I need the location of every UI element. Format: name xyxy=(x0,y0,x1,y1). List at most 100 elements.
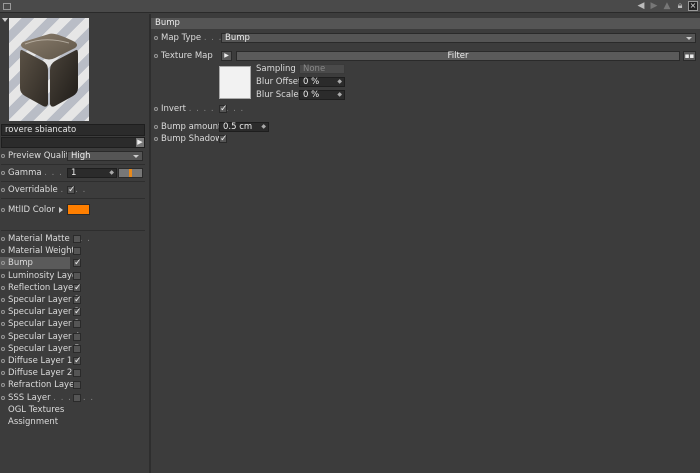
gamma-input[interactable]: 1 ◆ xyxy=(67,168,117,178)
animate-dot-icon[interactable] xyxy=(1,154,5,158)
texture-menu-button[interactable]: ▶ xyxy=(221,51,232,61)
animate-dot-icon[interactable] xyxy=(1,298,5,302)
animate-dot-icon[interactable] xyxy=(154,54,158,58)
texture-map-row: Texture Map ▶ Filter ▪▪ xyxy=(151,50,700,62)
titlebar-icons: ◀ ▶ ▲ 🔒︎ × xyxy=(636,1,698,11)
channel-label: Bump xyxy=(8,258,33,269)
channel-checkbox[interactable] xyxy=(73,355,82,367)
mtlid-color-label: MtlID Color xyxy=(8,205,55,215)
animate-dot-icon[interactable] xyxy=(1,285,5,290)
divider xyxy=(1,230,145,231)
texture-map-label: Texture Map xyxy=(161,51,213,61)
channel-checkbox[interactable] xyxy=(73,320,81,329)
animate-dot-icon[interactable] xyxy=(1,249,5,254)
channel-label: Diffuse Layer 2 xyxy=(8,368,73,379)
material-preview[interactable] xyxy=(9,18,89,121)
mtlid-color-row: MtlID Color xyxy=(0,203,149,216)
filter-button[interactable]: Filter xyxy=(236,51,680,61)
channel-row: Bump xyxy=(0,257,149,269)
section-title-bump: Bump xyxy=(151,18,700,29)
channel-checkbox[interactable] xyxy=(73,381,81,390)
animate-dot-icon[interactable] xyxy=(1,273,5,278)
bump-panel: Bump Map Type . . . . . Bump Texture Map… xyxy=(151,14,700,473)
channel-label: Material Weight xyxy=(8,246,75,257)
animate-dot-icon[interactable] xyxy=(1,310,5,315)
channel-checkbox[interactable] xyxy=(73,294,82,306)
overridable-checkbox[interactable] xyxy=(67,184,76,196)
mtlid-color-swatch[interactable] xyxy=(67,204,90,215)
animate-dot-icon[interactable] xyxy=(154,125,158,129)
material-name-field[interactable]: rovere sbiancato xyxy=(1,124,145,136)
animate-dot-icon[interactable] xyxy=(154,137,158,141)
sampling-row: Sampling None xyxy=(151,63,700,75)
channel-row: Diffuse Layer 1 xyxy=(0,355,149,367)
divider xyxy=(1,164,145,165)
lock-icon[interactable]: 🔒︎ xyxy=(675,1,685,11)
channel-checkbox[interactable] xyxy=(73,282,82,294)
assignment-label: Assignment xyxy=(8,417,59,427)
gamma-slider-thumb[interactable] xyxy=(129,169,132,177)
channel-checkbox[interactable] xyxy=(73,332,81,341)
window-grip-icon[interactable] xyxy=(3,3,11,10)
blur-offset-label: Blur Offset xyxy=(256,77,302,87)
back-arrow-icon[interactable]: ◀ xyxy=(636,1,646,11)
sampling-select[interactable]: None xyxy=(299,64,345,74)
invert-label: Invert . . . . . . . . xyxy=(161,104,245,114)
channel-checkbox[interactable] xyxy=(73,235,81,243)
preview-quality-select[interactable]: High xyxy=(67,151,143,161)
bump-shadows-checkbox[interactable] xyxy=(219,133,228,145)
animate-dot-icon[interactable] xyxy=(1,395,5,400)
map-type-select[interactable]: Bump xyxy=(221,33,696,43)
channel-checkbox[interactable] xyxy=(73,393,81,402)
blur-scale-input[interactable]: 0 % ◆ xyxy=(299,90,345,100)
preview-quality-row: Preview Quality High xyxy=(0,150,149,162)
animate-dot-icon[interactable] xyxy=(1,359,5,363)
texture-options-button[interactable]: ▪▪ xyxy=(683,51,696,61)
channel-checkbox[interactable] xyxy=(73,247,81,256)
animate-dot-icon[interactable] xyxy=(1,188,5,192)
animate-dot-icon[interactable] xyxy=(1,171,5,175)
channel-checkbox[interactable] xyxy=(73,344,81,353)
animate-dot-icon[interactable] xyxy=(1,261,5,266)
animate-dot-icon[interactable] xyxy=(1,237,5,241)
gamma-slider[interactable] xyxy=(118,168,143,178)
channel-label: SSS Layer . . . . . . xyxy=(8,392,95,403)
channel-checkbox[interactable] xyxy=(73,271,81,280)
animate-dot-icon[interactable] xyxy=(1,208,5,212)
blur-offset-row: Blur Offset 0 % ◆ xyxy=(151,76,700,88)
channel-row: Material Weight xyxy=(0,245,149,257)
channel-checkbox[interactable] xyxy=(73,369,81,378)
bump-amount-input[interactable]: 0.5 cm ◆ xyxy=(219,122,269,132)
collapse-arrow-icon[interactable] xyxy=(2,18,8,22)
bump-shadows-label: Bump Shadows xyxy=(161,134,227,144)
channel-checkbox[interactable] xyxy=(73,257,82,269)
channel-row: Specular Layer 5 xyxy=(0,343,149,355)
animate-dot-icon[interactable] xyxy=(1,383,5,388)
assignment-row[interactable]: Assignment xyxy=(0,416,149,428)
channel-checkbox[interactable] xyxy=(73,306,82,318)
animate-dot-icon[interactable] xyxy=(1,346,5,351)
animate-dot-icon[interactable] xyxy=(154,36,158,40)
animate-dot-icon[interactable] xyxy=(1,322,5,327)
invert-row: Invert . . . . . . . . xyxy=(151,103,700,115)
channel-label: Luminosity Layer xyxy=(8,270,81,281)
ogl-textures-row[interactable]: OGL Textures xyxy=(0,404,149,416)
up-arrow-icon[interactable]: ▲ xyxy=(662,1,672,11)
sampling-label: Sampling xyxy=(256,64,296,74)
animate-dot-icon[interactable] xyxy=(1,334,5,339)
bump-shadows-row: Bump Shadows xyxy=(151,133,700,145)
channel-label: Specular Layer 1 xyxy=(8,295,80,305)
channel-label: Specular Layer 2 xyxy=(8,307,80,318)
forward-arrow-icon[interactable]: ▶ xyxy=(649,1,659,11)
preview-scrollbar[interactable]: ▶ xyxy=(1,137,145,148)
expand-arrow-icon[interactable] xyxy=(59,207,63,213)
close-icon[interactable]: × xyxy=(688,1,698,11)
animate-dot-icon[interactable] xyxy=(1,371,5,376)
scroll-right-icon[interactable]: ▶ xyxy=(136,138,144,147)
channel-row: Specular Layer 1 xyxy=(0,294,149,306)
divider xyxy=(1,198,145,199)
blur-offset-input[interactable]: 0 % ◆ xyxy=(299,77,345,87)
animate-dot-icon[interactable] xyxy=(154,107,158,111)
channel-label: Reflection Layer xyxy=(8,282,77,293)
invert-checkbox[interactable] xyxy=(219,103,228,115)
